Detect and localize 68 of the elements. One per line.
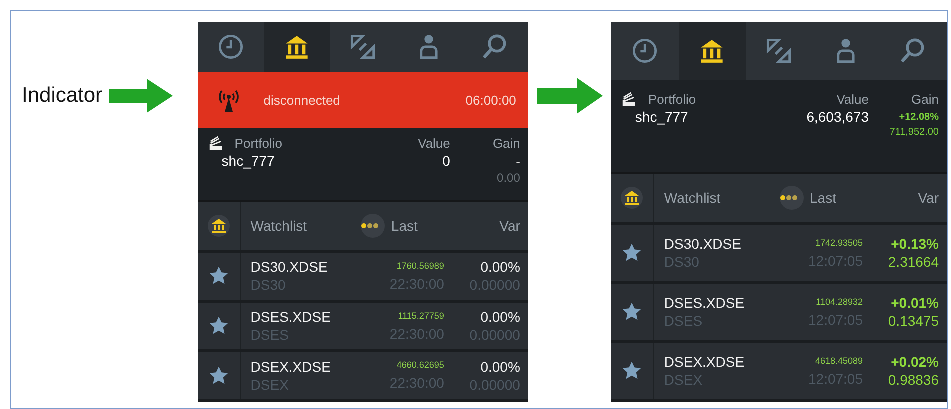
last-price: 1760.56989 bbox=[396, 260, 444, 273]
bank-icon bbox=[699, 38, 726, 64]
variation-percent: +0.02% bbox=[891, 354, 939, 370]
swap-arrows-icon bbox=[766, 38, 792, 64]
search-icon bbox=[900, 38, 926, 64]
symbol: DSEX.XDSE bbox=[664, 354, 746, 370]
column-header: Portfolio bbox=[648, 92, 696, 107]
gain-amount: 711,952.00 bbox=[890, 127, 939, 138]
star-icon bbox=[208, 266, 229, 286]
symbol: DS30.XDSE bbox=[250, 259, 329, 276]
variation-value: 2.31664 bbox=[888, 254, 939, 270]
tab[interactable] bbox=[264, 22, 330, 72]
column-header: Gain bbox=[910, 92, 939, 107]
portfolio-value: 0 bbox=[442, 153, 450, 169]
variation-percent: +0.13% bbox=[891, 236, 939, 252]
tab[interactable] bbox=[678, 22, 746, 80]
column-header: Last bbox=[810, 190, 836, 206]
portfolio-gain: +12.08% bbox=[898, 112, 939, 122]
column-header: Var bbox=[917, 190, 939, 206]
variation-percent: 0.00% bbox=[480, 309, 520, 325]
bank-icon bbox=[208, 215, 230, 237]
swap-arrows-icon bbox=[350, 34, 376, 60]
stack-icon bbox=[208, 136, 223, 151]
portfolio-name: shc_777 bbox=[634, 109, 690, 125]
bank-icon bbox=[284, 34, 310, 60]
symbol: DSES.XDSE bbox=[250, 309, 332, 325]
last-price: 4660.62695 bbox=[396, 360, 444, 372]
bank-icon bbox=[621, 187, 644, 209]
column-header: Portfolio bbox=[234, 136, 282, 151]
clock-icon bbox=[632, 38, 658, 64]
column-header: Value bbox=[836, 92, 869, 107]
portfolio-name: shc_777 bbox=[220, 153, 276, 169]
star-icon bbox=[208, 366, 229, 386]
variation-value: 0.98836 bbox=[888, 372, 939, 388]
star-icon bbox=[622, 361, 642, 381]
arrow-icon bbox=[537, 78, 604, 114]
antenna-icon bbox=[218, 88, 240, 112]
variation-percent: 0.00% bbox=[480, 358, 520, 375]
last-price: 1104.28932 bbox=[816, 296, 863, 308]
portfolio-gain: - bbox=[515, 154, 520, 168]
column-header: Gain bbox=[492, 136, 520, 151]
column-header: Watchlist bbox=[250, 218, 308, 234]
star-icon bbox=[622, 302, 642, 322]
variation-percent: 0.00% bbox=[480, 259, 520, 276]
column-header: Last bbox=[391, 218, 418, 234]
column-header: Var bbox=[498, 218, 520, 234]
star-icon bbox=[622, 243, 642, 263]
dots-icon bbox=[777, 186, 807, 210]
variation-percent: +0.01% bbox=[891, 295, 939, 311]
status-time: 06:00:00 bbox=[466, 92, 516, 108]
search-icon bbox=[482, 34, 508, 60]
symbol: DSES.XDSE bbox=[664, 295, 746, 311]
status-text: disconnected bbox=[264, 92, 342, 108]
arrow-icon bbox=[108, 79, 173, 113]
stack-icon bbox=[621, 92, 636, 107]
symbol: DS30.XDSE bbox=[664, 236, 742, 252]
last-price: 1115.27759 bbox=[398, 310, 444, 322]
symbol: DSEX.XDSE bbox=[250, 358, 332, 375]
star-icon bbox=[208, 316, 229, 336]
last-price: 4618.45089 bbox=[815, 356, 863, 368]
column-header: Watchlist bbox=[663, 190, 722, 206]
variation-value: 0.13475 bbox=[888, 313, 939, 329]
column-header: Value bbox=[417, 136, 450, 151]
last-price: 1742.93505 bbox=[815, 238, 863, 250]
indicator-label: Indicator bbox=[22, 84, 103, 108]
gain-amount: 0.00 bbox=[497, 171, 520, 185]
clock-icon bbox=[218, 34, 244, 60]
portfolio-value: 6,603,673 bbox=[806, 109, 869, 125]
